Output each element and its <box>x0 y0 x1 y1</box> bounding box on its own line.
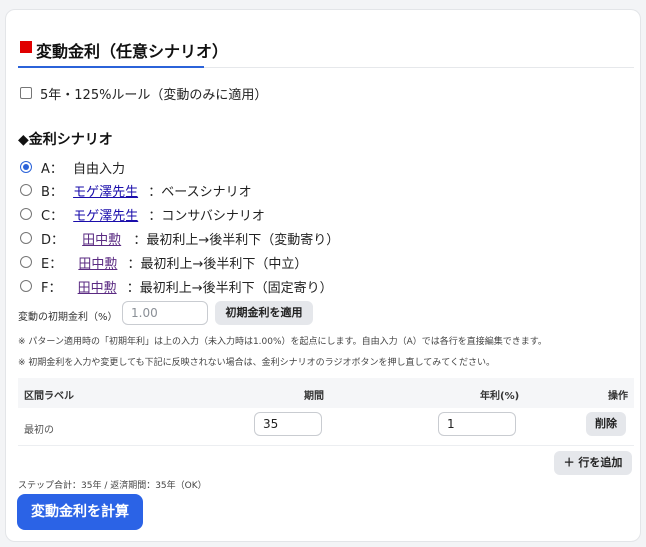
col-label-header: 区間ラベル <box>24 391 74 402</box>
scenario-key: F： <box>41 281 62 296</box>
scenario-desc: 自由入力 <box>73 162 126 177</box>
scenario-author-link[interactable]: モゲ澤先生 <box>73 185 138 200</box>
scenario-author-link[interactable]: 田中勲 <box>82 233 121 248</box>
note-pattern: ※ パターン適用時の「初期年利」は上の入力（未入力時は1.00%）を起点にします… <box>18 337 547 347</box>
scenario-f[interactable]: F： 田中勲 ：最初利上→後半利下（固定寄り） <box>41 277 333 296</box>
period-input[interactable]: 35 <box>254 412 322 436</box>
scenario-desc: ：ベースシナリオ <box>148 185 252 200</box>
scenario-d[interactable]: D： 田中勲 ：最初利上→後半利下（変動寄り） <box>41 229 339 248</box>
apply-initial-rate-button[interactable]: 初期金利を適用 <box>215 301 313 325</box>
note-radio-hint: ※ 初期金利を入力や変更しても下記に反映されない場合は、金利シナリオのラジオボタ… <box>18 358 495 368</box>
scenario-b[interactable]: B： モゲ澤先生 ：ベースシナリオ <box>41 181 252 200</box>
scenario-f-radio[interactable] <box>20 280 32 292</box>
scenario-key: A： <box>41 162 63 177</box>
step-summary: ステップ合計：35年 / 返済期間：35年（OK） <box>18 481 207 491</box>
scenario-e-radio[interactable] <box>20 256 32 268</box>
scenario-b-radio[interactable] <box>20 184 32 196</box>
scenario-heading: ◆金利シナリオ <box>18 132 113 148</box>
row-label: 最初の <box>24 425 54 436</box>
title-underline <box>18 66 204 68</box>
rate-input[interactable]: 1 <box>438 412 516 436</box>
scenario-key: C： <box>41 209 64 224</box>
initial-rate-label: 変動の初期金利（%） <box>18 312 118 323</box>
scenario-a[interactable]: A： 自由入力 <box>41 158 125 177</box>
calculate-button[interactable]: 変動金利を計算 <box>17 494 143 530</box>
scenario-key: D： <box>41 233 65 248</box>
table-row: 最初の 35 1 削除 <box>18 410 634 446</box>
table-header: 区間ラベル 期間 年利(%) 操作 <box>18 378 634 408</box>
scenario-desc: ：最初利上→後半利下（固定寄り） <box>126 281 333 296</box>
scenario-desc: ：コンサバシナリオ <box>148 209 265 224</box>
section-header: 変動金利（任意シナリオ） <box>18 34 634 68</box>
scenario-key: E： <box>41 257 63 272</box>
col-action-header: 操作 <box>608 391 628 402</box>
col-period-header: 期間 <box>304 391 324 402</box>
rule-checkbox-label[interactable]: 5年・125%ルール（変動のみに適用） <box>40 84 267 103</box>
scenario-author-link[interactable]: 田中勲 <box>78 257 117 272</box>
variable-rate-card: 変動金利（任意シナリオ） 5年・125%ルール（変動のみに適用） ◆金利シナリオ… <box>5 9 641 542</box>
red-square-icon <box>20 41 32 53</box>
scenario-author-link[interactable]: 田中勲 <box>78 281 117 296</box>
scenario-desc: ：最初利上→後半利下（変動寄り） <box>133 233 340 248</box>
initial-rate-input[interactable]: 1.00 <box>122 301 208 325</box>
scenario-c-radio[interactable] <box>20 208 32 220</box>
delete-row-button[interactable]: 削除 <box>586 412 626 436</box>
scenario-desc: ：最初利上→後半利下（中立） <box>127 257 308 272</box>
col-rate-header: 年利(%) <box>480 391 520 402</box>
add-row-button[interactable]: ＋ 行を追加 <box>554 451 632 475</box>
scenario-d-radio[interactable] <box>20 232 32 244</box>
rule-checkbox[interactable] <box>20 87 32 99</box>
scenario-c[interactable]: C： モゲ澤先生 ：コンサバシナリオ <box>41 205 265 224</box>
section-title: 変動金利（任意シナリオ） <box>36 42 229 61</box>
scenario-a-radio[interactable] <box>20 161 32 173</box>
scenario-e[interactable]: E： 田中勲 ：最初利上→後半利下（中立） <box>41 253 307 272</box>
scenario-key: B： <box>41 185 63 200</box>
scenario-author-link[interactable]: モゲ澤先生 <box>73 209 138 224</box>
